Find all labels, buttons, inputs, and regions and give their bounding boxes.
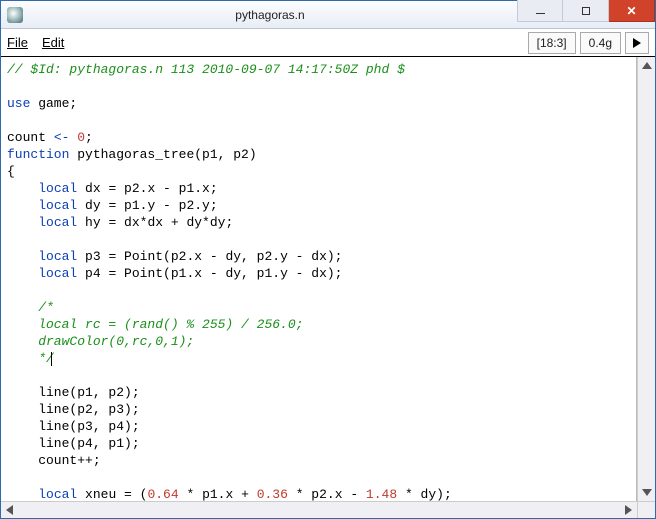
close-button[interactable]: ✕ <box>609 0 655 22</box>
code-text: line(p2, p3); <box>7 402 140 417</box>
minimize-icon <box>536 13 545 14</box>
code-comment: local rc = (rand() % 255) / 256.0; <box>7 317 303 332</box>
scroll-track[interactable] <box>638 74 655 484</box>
code-comment: */ <box>7 351 54 366</box>
window-title: pythagoras.n <box>23 8 517 22</box>
code-kw: local <box>38 181 77 196</box>
editor-window: pythagoras.n ✕ File Edit [18:3] 0.4g // … <box>0 0 656 519</box>
code-kw: local <box>38 266 77 281</box>
code-text: pythagoras_tree(p1, p2) <box>69 147 256 162</box>
scroll-track[interactable] <box>18 502 620 518</box>
titlebar[interactable]: pythagoras.n ✕ <box>1 1 655 29</box>
code-line: // $Id: pythagoras.n 113 2010-09-07 14:1… <box>7 62 405 77</box>
code-text: count++; <box>7 453 101 468</box>
code-text: hy = dx*dx + dy*dy; <box>77 215 233 230</box>
window-controls: ✕ <box>517 1 655 28</box>
vertical-scrollbar[interactable] <box>637 57 655 501</box>
code-text: count <box>7 130 54 145</box>
code-text: dx = p2.x - p1.x; <box>77 181 217 196</box>
scroll-left-button[interactable] <box>1 502 18 518</box>
scroll-right-button[interactable] <box>620 502 637 518</box>
code-op: <- <box>54 130 70 145</box>
code-comment: /* <box>7 300 54 315</box>
code-kw: use <box>7 96 30 111</box>
close-icon: ✕ <box>626 4 636 18</box>
chevron-up-icon <box>642 62 652 69</box>
code-text: line(p3, p4); <box>7 419 140 434</box>
menu-file[interactable]: File <box>7 35 28 50</box>
maximize-icon <box>582 7 590 15</box>
code-comment: drawColor(0,rc,0,1); <box>7 334 194 349</box>
scroll-up-button[interactable] <box>638 57 655 74</box>
code-kw: local <box>38 487 77 501</box>
code-text: p3 = Point(p2.x - dy, p2.y - dx); <box>77 249 342 264</box>
app-icon <box>7 7 23 23</box>
chevron-down-icon <box>642 489 652 496</box>
run-button[interactable] <box>625 32 649 54</box>
zoom-level[interactable]: 0.4g <box>580 32 621 54</box>
code-kw: local <box>38 198 77 213</box>
code-text: p4 = Point(p1.x - dy, p1.y - dx); <box>77 266 342 281</box>
horizontal-scrollbar[interactable] <box>1 501 637 518</box>
code-text: game; <box>30 96 77 111</box>
code-kw: local <box>38 249 77 264</box>
play-icon <box>633 38 641 48</box>
code-text: line(p4, p1); <box>7 436 140 451</box>
chevron-right-icon <box>625 505 632 515</box>
code-kw: local <box>38 215 77 230</box>
code-text: dy = p1.y - p2.y; <box>77 198 217 213</box>
editor-area: // $Id: pythagoras.n 113 2010-09-07 14:1… <box>1 57 655 501</box>
scroll-corner <box>637 501 655 518</box>
chevron-left-icon <box>6 505 13 515</box>
cursor-position: [18:3] <box>528 32 576 54</box>
maximize-button[interactable] <box>563 0 609 22</box>
menubar: File Edit [18:3] 0.4g <box>1 29 655 57</box>
minimize-button[interactable] <box>517 0 563 22</box>
scroll-down-button[interactable] <box>638 484 655 501</box>
menu-edit[interactable]: Edit <box>42 35 64 50</box>
bottom-scroll-row <box>1 501 655 518</box>
code-text: { <box>7 164 15 179</box>
code-editor[interactable]: // $Id: pythagoras.n 113 2010-09-07 14:1… <box>1 57 637 501</box>
code-text: line(p1, p2); <box>7 385 140 400</box>
code-kw: function <box>7 147 69 162</box>
code-num: 0 <box>77 130 85 145</box>
